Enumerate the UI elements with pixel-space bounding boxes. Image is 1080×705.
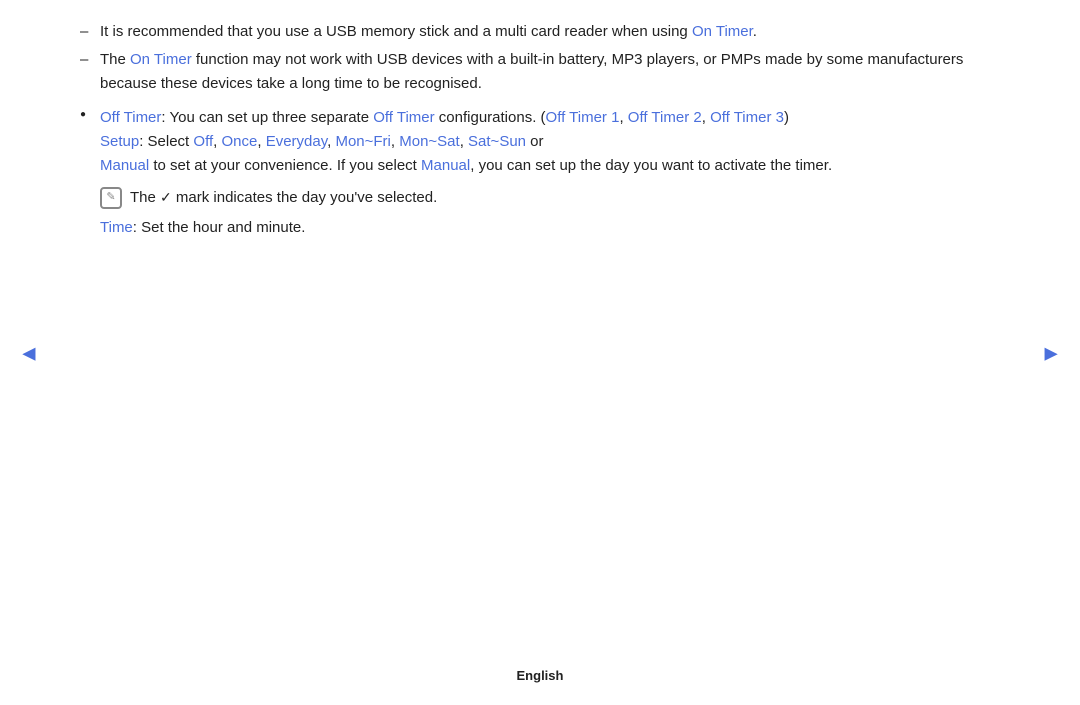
sub-bullet-2-text: The On Timer function may not work with …	[100, 51, 963, 92]
sub-bullet-1-text: It is recommended that you use a USB mem…	[100, 23, 757, 40]
manual-line: Manual to set at your convenience. If yo…	[100, 154, 1000, 178]
main-bullet-list: Off Timer: You can set up three separate…	[80, 106, 1000, 240]
setup-text-or: or	[526, 133, 544, 150]
manual-text2: , you can set up the day you want to act…	[470, 157, 832, 174]
on-timer-link-1: On Timer	[692, 23, 753, 40]
off-timer-label: Off Timer	[100, 109, 161, 126]
off-timer-1-link: Off Timer 1	[546, 109, 620, 126]
right-arrow-icon: ►	[1040, 340, 1062, 365]
manual-link-2: Manual	[421, 157, 470, 174]
once-link: Once	[221, 133, 257, 150]
off-timer-item: Off Timer: You can set up three separate…	[80, 106, 1000, 240]
prev-page-button[interactable]: ◄	[18, 335, 40, 370]
off-timer-comma1: ,	[619, 109, 627, 126]
off-timer-2-link: Off Timer 2	[628, 109, 702, 126]
note-text: The ✓ mark indicates the day you've sele…	[130, 186, 437, 210]
manual-text1: to set at your convenience. If you selec…	[149, 157, 421, 174]
content-area: It is recommended that you use a USB mem…	[80, 20, 1000, 645]
next-page-button[interactable]: ►	[1040, 335, 1062, 370]
setup-text1: : Select	[139, 133, 193, 150]
setup-label: Setup	[100, 133, 139, 150]
setup-comma5: ,	[460, 133, 468, 150]
sub-bullet-list: It is recommended that you use a USB mem…	[80, 20, 1000, 96]
manual-link-1: Manual	[100, 157, 149, 174]
note-icon: ✎	[100, 187, 122, 209]
left-arrow-icon: ◄	[18, 340, 40, 365]
time-line: Time: Set the hour and minute.	[100, 216, 1000, 240]
sub-bullet-2: The On Timer function may not work with …	[80, 48, 1000, 96]
sub-bullet-1: It is recommended that you use a USB mem…	[80, 20, 1000, 44]
note-box: ✎ The ✓ mark indicates the day you've se…	[100, 186, 1000, 210]
footer: English	[0, 666, 1080, 687]
setup-line: Setup: Select Off, Once, Everyday, Mon~F…	[100, 130, 1000, 154]
off-timer-comma2: ,	[702, 109, 710, 126]
mon-fri-link: Mon~Fri	[335, 133, 390, 150]
mon-sat-link: Mon~Sat	[399, 133, 459, 150]
off-timer-close: )	[784, 109, 789, 126]
off-timer-text2: configurations. (	[435, 109, 546, 126]
setup-comma4: ,	[391, 133, 399, 150]
on-timer-link-2: On Timer	[130, 51, 192, 68]
off-timer-link: Off Timer	[373, 109, 434, 126]
off-link: Off	[193, 133, 213, 150]
off-timer-line: Off Timer: You can set up three separate…	[100, 106, 1000, 130]
off-timer-text1: : You can set up three separate	[161, 109, 373, 126]
time-label: Time	[100, 219, 133, 236]
off-timer-3-link: Off Timer 3	[710, 109, 784, 126]
checkmark-icon: ✓	[160, 189, 172, 205]
setup-comma2: ,	[257, 133, 265, 150]
time-text: : Set the hour and minute.	[133, 219, 306, 236]
language-label: English	[517, 668, 564, 683]
everyday-link: Everyday	[266, 133, 327, 150]
sat-sun-link: Sat~Sun	[468, 133, 526, 150]
